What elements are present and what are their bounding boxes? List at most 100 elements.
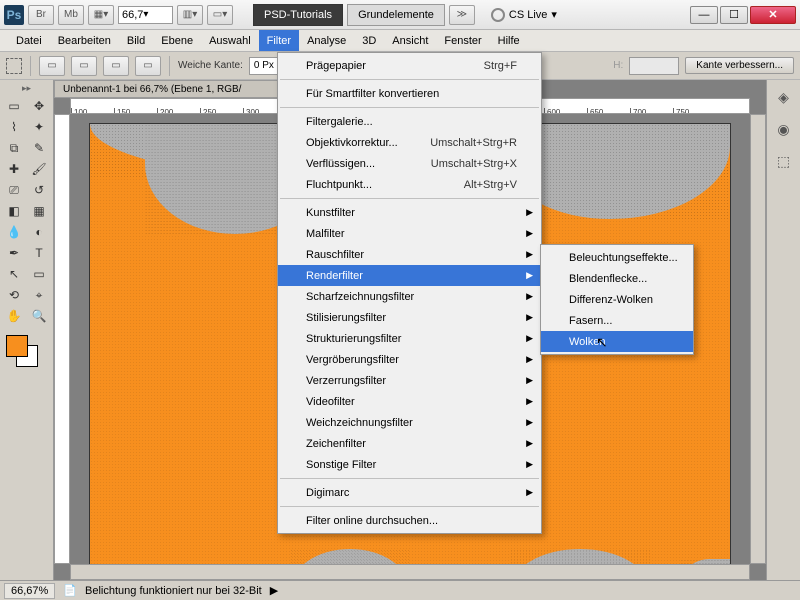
selection-intersect-icon[interactable]: ▭: [135, 56, 161, 76]
menu-item-scharfzeichnungsfilter[interactable]: Scharfzeichnungsfilter▶: [278, 286, 541, 307]
close-button[interactable]: ✕: [750, 6, 796, 24]
cslive-button[interactable]: CS Live ▾: [491, 8, 557, 22]
submenu-item-beleuchtung[interactable]: Beleuchtungseffekte...: [541, 247, 693, 268]
menu-item-strukturierungsfilter[interactable]: Strukturierungsfilter▶: [278, 328, 541, 349]
menu-ebene[interactable]: Ebene: [153, 30, 201, 51]
menu-item-digimarc[interactable]: Digimarc▶: [278, 482, 541, 503]
photoshop-logo: Ps: [4, 5, 24, 25]
menu-item-verfluessigen[interactable]: Verflüssigen...Umschalt+Strg+X: [278, 153, 541, 174]
tool-hand[interactable]: ✋: [2, 306, 26, 326]
menu-ansicht[interactable]: Ansicht: [384, 30, 436, 51]
tool-3d[interactable]: ⟲: [2, 285, 26, 305]
tool-zoom[interactable]: 🔍: [27, 306, 51, 326]
menu-bearbeiten[interactable]: Bearbeiten: [50, 30, 119, 51]
menu-fenster[interactable]: Fenster: [436, 30, 489, 51]
menu-item-zeichenfilter[interactable]: Zeichenfilter▶: [278, 433, 541, 454]
tool-crop[interactable]: ⧉: [2, 138, 26, 158]
scrollbar-horizontal[interactable]: [70, 564, 750, 580]
menu-item-filter-online[interactable]: Filter online durchsuchen...: [278, 510, 541, 531]
panel-icon-layers[interactable]: ◈: [773, 86, 795, 108]
tool-eyedropper[interactable]: ✎: [27, 138, 51, 158]
menu-item-videofilter[interactable]: Videofilter▶: [278, 391, 541, 412]
submenu-item-blendenflecke[interactable]: Blendenflecke...: [541, 268, 693, 289]
feather-label: Weiche Kante:: [178, 60, 243, 71]
menu-item-filtergalerie[interactable]: Filtergalerie...: [278, 111, 541, 132]
panel-icon-paths[interactable]: ⬚: [773, 150, 795, 172]
menu-item-sonstige[interactable]: Sonstige Filter▶: [278, 454, 541, 475]
toolbox: ▸▸ ▭✥ ⌇✦ ⧉✎ ✚🖌 ⎚↺ ◧▦ 💧◐ ✒T ↖▭ ⟲⌖ ✋🔍: [0, 80, 54, 580]
bridge-button[interactable]: Br: [28, 5, 54, 25]
tool-wand[interactable]: ✦: [27, 117, 51, 137]
height-input: [629, 57, 679, 75]
selection-new-icon[interactable]: ▭: [39, 56, 65, 76]
menu-item-stilisierungsfilter[interactable]: Stilisierungsfilter▶: [278, 307, 541, 328]
menu-analyse[interactable]: Analyse: [299, 30, 354, 51]
ruler-vertical: [54, 114, 70, 564]
tool-move[interactable]: ✥: [27, 96, 51, 116]
menu-bild[interactable]: Bild: [119, 30, 153, 51]
selection-subtract-icon[interactable]: ▭: [103, 56, 129, 76]
arrange-button[interactable]: ▥▾: [177, 5, 203, 25]
toolbox-grip[interactable]: ▸▸: [2, 82, 51, 95]
tool-lasso[interactable]: ⌇: [2, 117, 26, 137]
minimize-button[interactable]: —: [690, 6, 718, 24]
menu-filter[interactable]: Filter: [259, 30, 299, 51]
tool-eraser[interactable]: ◧: [2, 201, 26, 221]
menu-hilfe[interactable]: Hilfe: [490, 30, 528, 51]
maximize-button[interactable]: ☐: [720, 6, 748, 24]
workspace-tab-tutorials[interactable]: PSD-Tutorials: [253, 4, 343, 26]
workspace-more-button[interactable]: ≫: [449, 5, 475, 25]
screenmode-button[interactable]: ▭▾: [207, 5, 233, 25]
tool-history-brush[interactable]: ↺: [27, 180, 51, 200]
menu-item-fluchtpunkt[interactable]: Fluchtpunkt...Alt+Strg+V: [278, 174, 541, 195]
tool-path[interactable]: ↖: [2, 264, 26, 284]
color-swatches[interactable]: [2, 333, 51, 373]
tool-stamp[interactable]: ⎚: [2, 180, 26, 200]
foreground-color[interactable]: [6, 335, 28, 357]
menu-item-smartfilter[interactable]: Für Smartfilter konvertieren: [278, 83, 541, 104]
status-arrow-icon[interactable]: ▶: [270, 584, 278, 597]
tool-marquee[interactable]: ▭: [2, 96, 26, 116]
panel-icon-channels[interactable]: ◉: [773, 118, 795, 140]
tool-healing[interactable]: ✚: [2, 159, 26, 179]
refine-edge-button[interactable]: Kante verbessern...: [685, 57, 794, 74]
menu-item-last-filter[interactable]: PrägepapierStrg+F: [278, 55, 541, 76]
status-zoom[interactable]: 66,67%: [4, 583, 55, 599]
menu-item-kunstfilter[interactable]: Kunstfilter▶: [278, 202, 541, 223]
menu-item-rauschfilter[interactable]: Rauschfilter▶: [278, 244, 541, 265]
menu-datei[interactable]: Datei: [8, 30, 50, 51]
menu-item-objektivkorrektur[interactable]: Objektivkorrektur...Umschalt+Strg+R: [278, 132, 541, 153]
zoom-level-input[interactable]: 66,7 ▾: [118, 6, 173, 24]
tool-shape[interactable]: ▭: [27, 264, 51, 284]
tool-preset-icon[interactable]: [6, 58, 22, 74]
minibridge-button[interactable]: Mb: [58, 5, 84, 25]
view-extras-button[interactable]: ▦▾: [88, 5, 114, 25]
menu-auswahl[interactable]: Auswahl: [201, 30, 259, 51]
tool-blur[interactable]: 💧: [2, 222, 26, 242]
submenu-item-fasern[interactable]: Fasern...: [541, 310, 693, 331]
tool-gradient[interactable]: ▦: [27, 201, 51, 221]
workspace-tab-grundelemente[interactable]: Grundelemente: [347, 4, 445, 26]
titlebar: Ps Br Mb ▦▾ 66,7 ▾ ▥▾ ▭▾ PSD-Tutorials G…: [0, 0, 800, 30]
tool-pen[interactable]: ✒: [2, 243, 26, 263]
submenu-item-differenz-wolken[interactable]: Differenz-Wolken: [541, 289, 693, 310]
menu-3d[interactable]: 3D: [354, 30, 384, 51]
statusbar: 66,67% 📄 Belichtung funktioniert nur bei…: [0, 580, 800, 600]
selection-add-icon[interactable]: ▭: [71, 56, 97, 76]
menu-item-malfilter[interactable]: Malfilter▶: [278, 223, 541, 244]
tool-dodge[interactable]: ◐: [27, 222, 51, 242]
menubar: Datei Bearbeiten Bild Ebene Auswahl Filt…: [0, 30, 800, 52]
cslive-icon: [491, 8, 505, 22]
menu-item-weichzeichnungsfilter[interactable]: Weichzeichnungsfilter▶: [278, 412, 541, 433]
menu-item-verzerrungsfilter[interactable]: Verzerrungsfilter▶: [278, 370, 541, 391]
tool-type[interactable]: T: [27, 243, 51, 263]
status-doc-icon: 📄: [63, 584, 77, 597]
submenu-item-wolken[interactable]: Wolken: [541, 331, 693, 352]
scrollbar-vertical[interactable]: [750, 114, 766, 564]
status-message: Belichtung funktioniert nur bei 32-Bit: [85, 585, 262, 597]
menu-item-vergroeberungsfilter[interactable]: Vergröberungsfilter▶: [278, 349, 541, 370]
tool-3dcam[interactable]: ⌖: [27, 285, 51, 305]
tool-brush[interactable]: 🖌: [27, 159, 51, 179]
menu-item-renderfilter[interactable]: Renderfilter▶: [278, 265, 541, 286]
cslive-label: CS Live: [509, 9, 548, 21]
